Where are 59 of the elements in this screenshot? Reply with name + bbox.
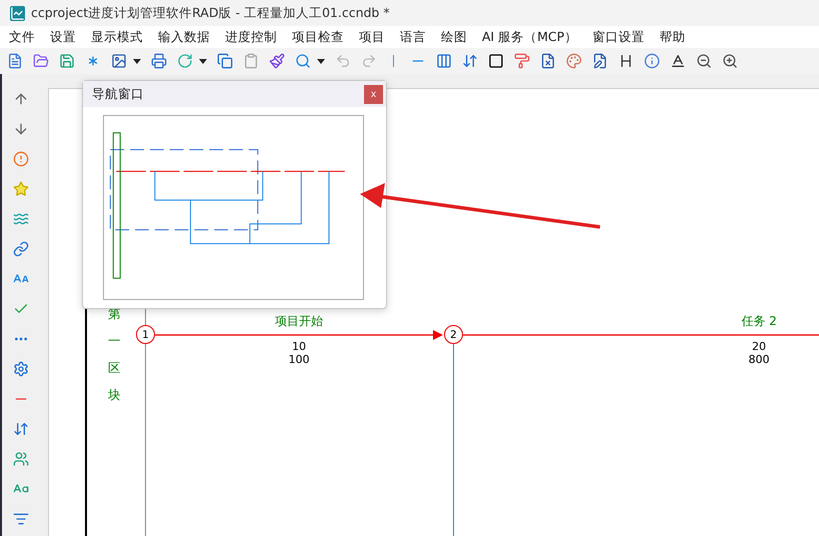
caret-icon[interactable]	[317, 58, 325, 64]
activity-duration: 10	[292, 340, 306, 353]
document-remove-icon[interactable]	[540, 53, 556, 69]
menu-item[interactable]: 窗口设置	[592, 28, 644, 46]
menu-item[interactable]: 显示模式	[91, 28, 143, 46]
columns-icon[interactable]	[436, 53, 452, 69]
caret-icon[interactable]	[199, 58, 207, 64]
menu-item[interactable]: 设置	[50, 28, 76, 46]
document-icon[interactable]	[7, 53, 23, 69]
copy-icon[interactable]	[217, 53, 233, 69]
image-icon[interactable]	[111, 53, 127, 69]
info-icon[interactable]	[644, 53, 660, 69]
menu-item[interactable]: 项目检查	[292, 28, 344, 46]
alert-icon[interactable]	[13, 151, 29, 167]
paint-roller-icon[interactable]	[514, 53, 530, 69]
waves-icon[interactable]	[13, 211, 29, 227]
activity-quantity: 100	[288, 353, 310, 366]
arrow-up-icon[interactable]	[13, 91, 29, 107]
activity-quantity: 800	[748, 353, 770, 366]
menu-item[interactable]: 语言	[400, 28, 426, 46]
activity-duration: 20	[752, 340, 766, 353]
sort-icon[interactable]	[13, 421, 29, 437]
printer-icon[interactable]	[151, 53, 167, 69]
navigation-window-title: 导航窗口	[92, 86, 144, 102]
menu-item[interactable]: AI 服务（MCP）	[482, 28, 578, 46]
zoom-in-icon[interactable]	[722, 53, 738, 69]
square-icon[interactable]	[488, 53, 504, 69]
star-icon[interactable]	[13, 181, 29, 197]
close-button[interactable]: x	[364, 84, 383, 104]
arrow-down-icon[interactable]	[13, 121, 29, 137]
menu-item[interactable]: 项目	[359, 28, 385, 46]
palette-icon[interactable]	[566, 53, 582, 69]
open-folder-icon[interactable]	[33, 53, 49, 69]
caret-icon[interactable]	[133, 58, 141, 64]
refresh-icon[interactable]	[177, 53, 193, 69]
link-icon[interactable]	[13, 241, 29, 257]
window-title: ccproject进度计划管理软件RAD版 - 工程量加人工01.ccndb *	[31, 4, 390, 22]
activity-name: 项目开始	[275, 313, 323, 330]
menu-item[interactable]: 进度控制	[225, 28, 277, 46]
event-node[interactable]: 2	[444, 325, 463, 344]
menu-item[interactable]: 帮助	[659, 28, 686, 46]
search-icon[interactable]	[295, 53, 311, 69]
event-node[interactable]: 1	[136, 325, 155, 344]
filter-icon[interactable]	[13, 511, 29, 527]
menu-item[interactable]: 输入数据	[158, 28, 210, 46]
save-icon[interactable]	[59, 53, 75, 69]
settings-icon[interactable]	[13, 361, 29, 377]
zone-label: 第一区块	[108, 305, 120, 404]
sort-icon[interactable]	[462, 53, 478, 69]
app-logo-icon	[10, 6, 25, 20]
activity-name: 任务 2	[741, 313, 777, 330]
paintbrush-icon[interactable]	[269, 53, 285, 69]
clipboard-icon[interactable]	[243, 53, 259, 69]
menu-item[interactable]: 文件	[9, 28, 35, 46]
document-edit-icon[interactable]	[592, 53, 608, 69]
text-baseline-icon[interactable]	[670, 53, 686, 69]
users-icon[interactable]	[13, 451, 29, 467]
menu-item[interactable]: 绘图	[441, 28, 467, 46]
zoom-out-icon[interactable]	[696, 53, 712, 69]
